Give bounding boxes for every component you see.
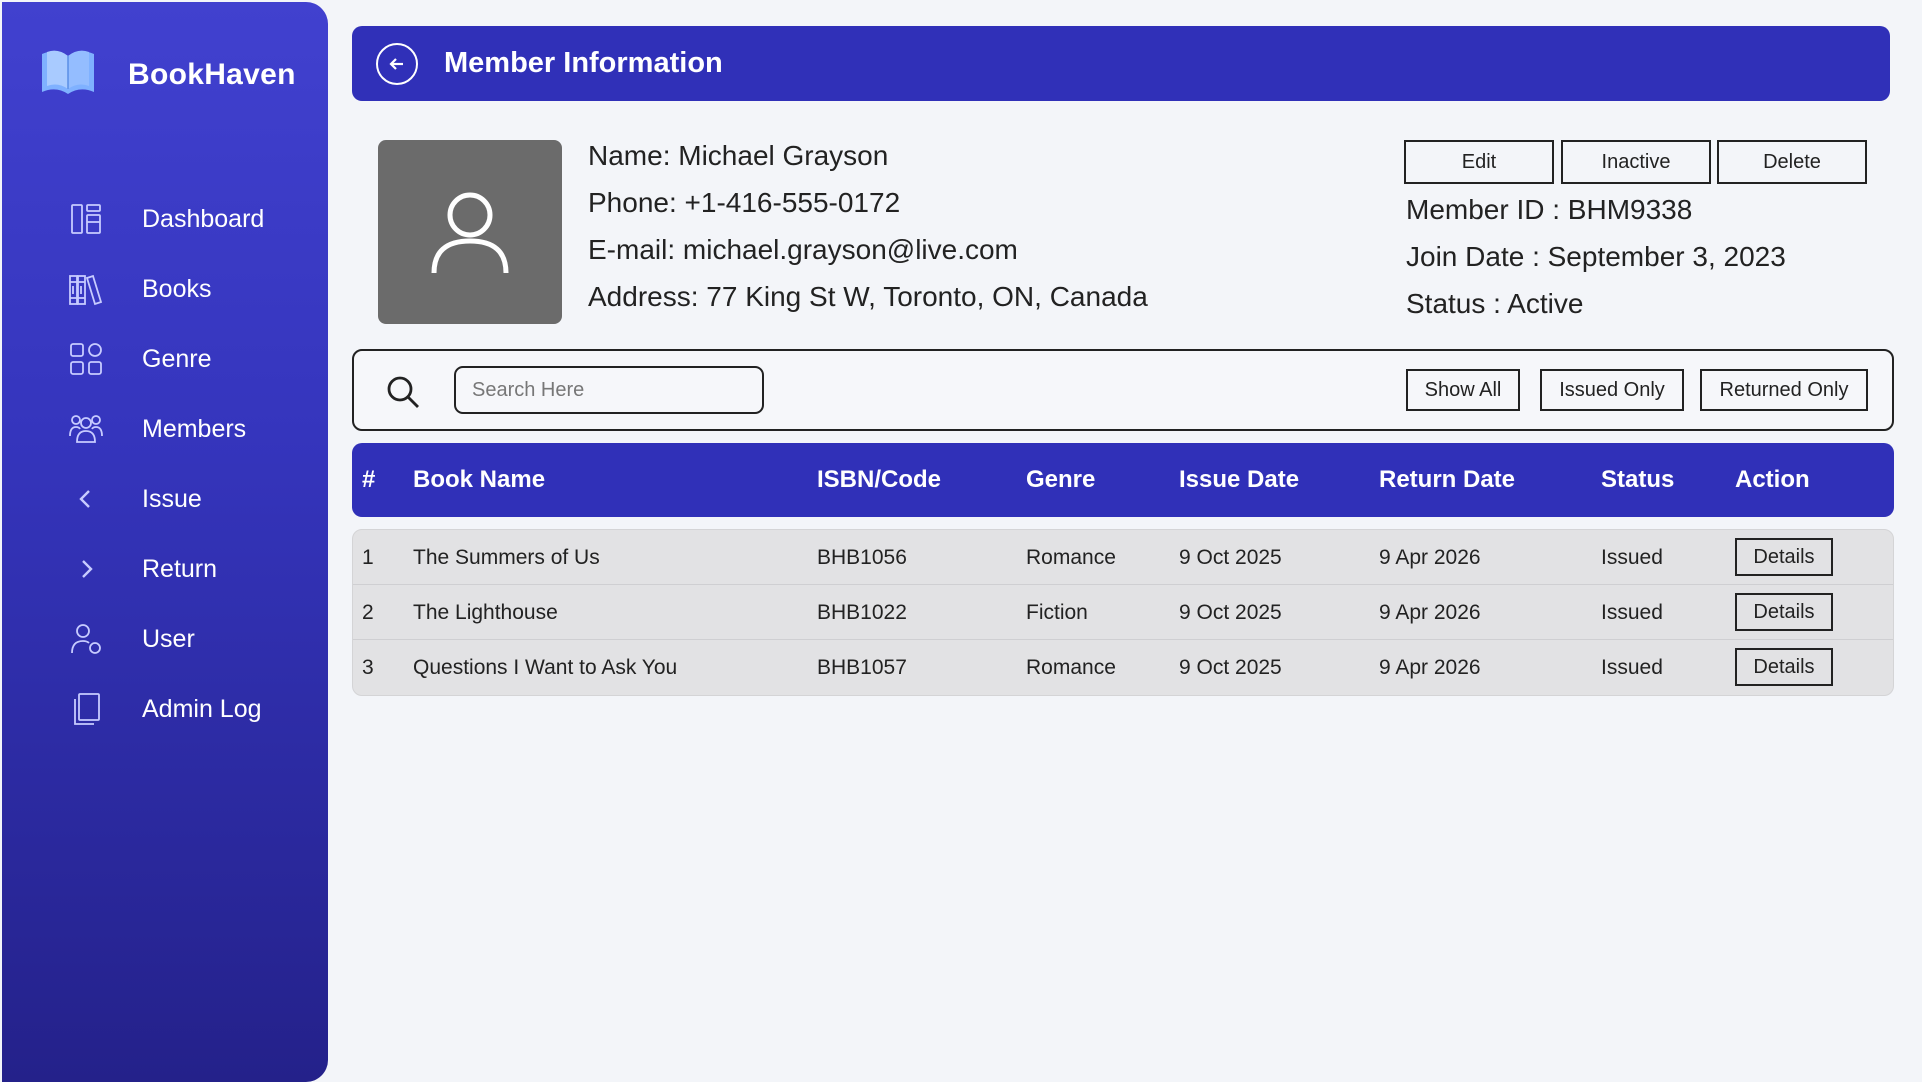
book-name: The Summers of Us [413, 546, 600, 569]
issue-date: 9 Oct 2025 [1179, 656, 1282, 679]
book-genre: Romance [1026, 546, 1116, 569]
admin-log-icon [66, 689, 106, 729]
page-header: Member Information [352, 26, 1890, 101]
member-join-date: Join Date : September 3, 2023 [1406, 241, 1786, 272]
open-book-icon [38, 42, 98, 107]
column-header-isbn: ISBN/Code [817, 466, 942, 493]
book-genre: Romance [1026, 656, 1116, 679]
sidebar-item-label: Members [142, 414, 247, 443]
members-icon [66, 409, 106, 449]
table-header: # Book Name ISBN/Code Genre Issue Date R… [352, 443, 1894, 517]
edit-button[interactable]: Edit [1404, 140, 1554, 184]
sidebar-item-books[interactable]: Books [2, 254, 328, 324]
book-isbn: BHB1057 [817, 656, 907, 679]
user-icon [66, 619, 106, 659]
issue-status: Issued [1601, 656, 1663, 679]
search-icon[interactable] [384, 373, 422, 411]
sidebar-item-genre[interactable]: Genre [2, 324, 328, 394]
table-row: 1 The Summers of Us BHB1056 Romance 9 Oc… [353, 530, 1893, 585]
member-status: Status : Active [1406, 288, 1584, 319]
sidebar-item-dashboard[interactable]: Dashboard [2, 184, 328, 254]
search-panel: Show All Issued Only Returned Only [352, 349, 1894, 431]
column-header-number: # [362, 466, 376, 493]
inactive-button[interactable]: Inactive [1561, 140, 1711, 184]
details-button[interactable]: Details [1735, 593, 1833, 631]
row-number: 3 [362, 656, 374, 679]
sidebar-item-label: User [142, 624, 195, 653]
issue-status: Issued [1601, 601, 1663, 624]
issue-date: 9 Oct 2025 [1179, 546, 1282, 569]
avatar [378, 140, 562, 324]
book-genre: Fiction [1026, 601, 1088, 624]
member-email: E-mail: michael.grayson@live.com [588, 234, 1018, 265]
column-header-action: Action [1735, 466, 1810, 493]
return-date: 9 Apr 2026 [1379, 656, 1481, 679]
column-header-status: Status [1601, 466, 1675, 493]
sidebar-item-user[interactable]: User [2, 604, 328, 674]
row-number: 1 [362, 546, 374, 569]
sidebar-item-label: Issue [142, 484, 202, 513]
chevron-left-icon [66, 479, 106, 519]
details-button[interactable]: Details [1735, 538, 1833, 576]
issued-books-table: 1 The Summers of Us BHB1056 Romance 9 Oc… [352, 529, 1894, 696]
sidebar-item-issue[interactable]: Issue [2, 464, 328, 534]
sidebar-item-label: Dashboard [142, 204, 265, 233]
details-button[interactable]: Details [1735, 648, 1833, 686]
page-title: Member Information [444, 47, 723, 79]
member-phone: Phone: +1-416-555-0172 [588, 187, 901, 218]
books-icon [66, 269, 106, 309]
search-input[interactable] [454, 366, 764, 414]
genre-grid-icon [66, 339, 106, 379]
sidebar-item-return[interactable]: Return [2, 534, 328, 604]
member-name: Name: Michael Grayson [588, 140, 889, 171]
issued-only-button[interactable]: Issued Only [1540, 369, 1684, 411]
user-avatar-icon [431, 192, 509, 274]
member-meta: Member ID : BHM9338 Join Date : Septembe… [1406, 190, 1786, 331]
book-isbn: BHB1056 [817, 546, 907, 569]
book-name: Questions I Want to Ask You [413, 656, 678, 679]
back-button[interactable] [376, 42, 418, 85]
member-address: Address: 77 King St W, Toronto, ON, Cana… [588, 281, 1148, 312]
column-header-book-name: Book Name [413, 466, 546, 493]
member-contact-info: Name: Michael Grayson Phone: +1-416-555-… [588, 136, 1148, 324]
issue-status: Issued [1601, 546, 1663, 569]
sidebar-nav: Dashboard Books Genre Members Issue Retu… [2, 184, 328, 744]
sidebar-item-admin-log[interactable]: Admin Log [2, 674, 328, 744]
issue-date: 9 Oct 2025 [1179, 601, 1282, 624]
column-header-issue-date: Issue Date [1179, 466, 1300, 493]
sidebar-item-label: Genre [142, 344, 212, 373]
chevron-right-icon [66, 549, 106, 589]
column-header-genre: Genre [1026, 466, 1096, 493]
sidebar-item-label: Admin Log [142, 694, 262, 723]
brand-name: BookHaven [128, 57, 296, 91]
brand[interactable]: BookHaven [38, 42, 296, 107]
table-row: 2 The Lighthouse BHB1022 Fiction 9 Oct 2… [353, 585, 1893, 640]
dashboard-icon [66, 199, 106, 239]
return-date: 9 Apr 2026 [1379, 546, 1481, 569]
show-all-button[interactable]: Show All [1406, 369, 1520, 411]
sidebar-item-label: Return [142, 554, 218, 583]
returned-only-button[interactable]: Returned Only [1700, 369, 1868, 411]
sidebar-item-label: Books [142, 274, 212, 303]
book-name: The Lighthouse [413, 601, 558, 624]
member-id: Member ID : BHM9338 [1406, 194, 1693, 225]
sidebar-item-members[interactable]: Members [2, 394, 328, 464]
table-row: 3 Questions I Want to Ask You BHB1057 Ro… [353, 640, 1893, 695]
row-number: 2 [362, 601, 374, 624]
return-date: 9 Apr 2026 [1379, 601, 1481, 624]
sidebar: BookHaven Dashboard Books Genre Members [2, 2, 328, 1082]
book-isbn: BHB1022 [817, 601, 907, 624]
column-header-return-date: Return Date [1379, 466, 1516, 493]
delete-button[interactable]: Delete [1717, 140, 1867, 184]
back-arrow-icon [389, 57, 403, 70]
